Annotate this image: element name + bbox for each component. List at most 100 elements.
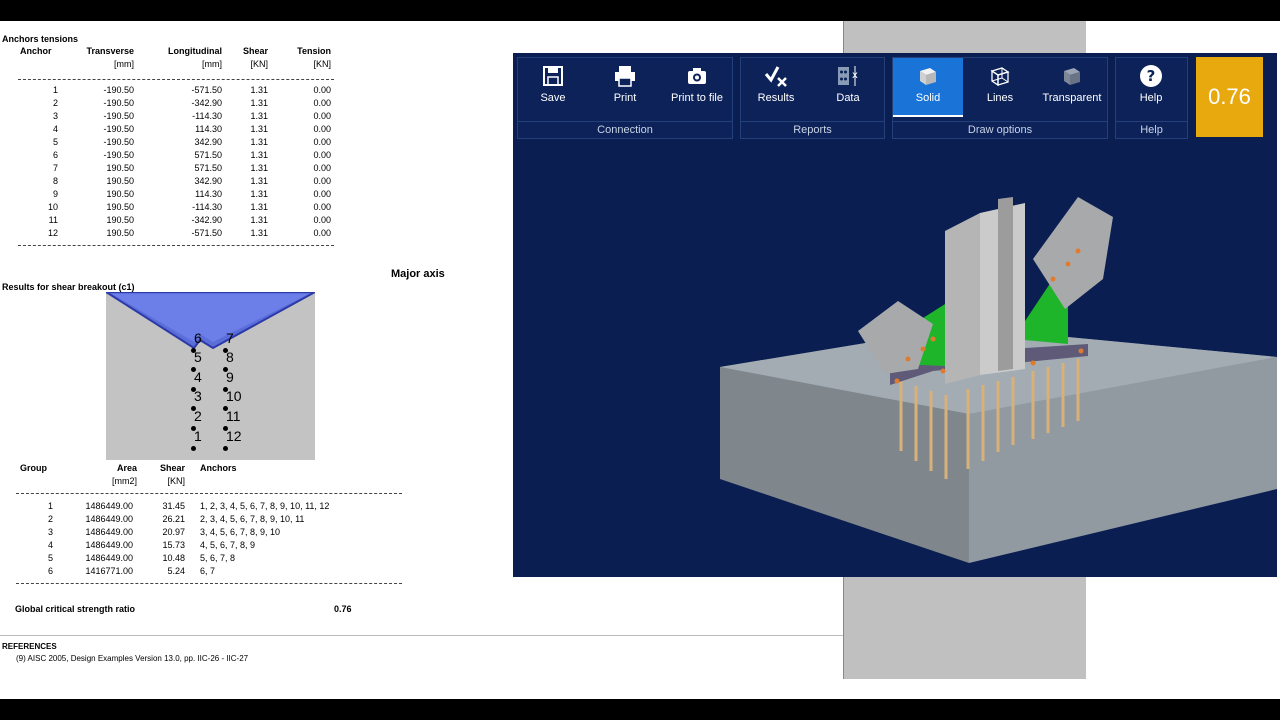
- group-help-label: Help: [1116, 121, 1187, 138]
- anchor-label: 1: [194, 428, 202, 444]
- anchors-cell: 1.31: [250, 111, 268, 121]
- group-cell: 15.73: [162, 540, 185, 550]
- print-to-file-label: Print to file: [671, 92, 723, 104]
- anchors-cell: -571.50: [191, 228, 222, 238]
- group-connection: Save Print Print to file Connection: [517, 57, 733, 139]
- group-cell: 31.45: [162, 501, 185, 511]
- anchors-cell: 1.31: [250, 215, 268, 225]
- group-col-header: Shear: [159, 463, 185, 473]
- group-cell: 3: [47, 527, 53, 537]
- group-cell: 4: [47, 540, 53, 550]
- references-title: REFERENCES: [2, 642, 57, 651]
- group-cell: 6: [47, 566, 53, 576]
- group-cell: 2, 3, 4, 5, 6, 7, 8, 9, 10, 11: [200, 514, 305, 524]
- bottom-black-bar: [0, 699, 1280, 720]
- print-icon: [615, 66, 635, 87]
- group-col-unit: [mm2]: [111, 476, 137, 486]
- results-button[interactable]: Results: [741, 58, 811, 116]
- lines-label: Lines: [986, 92, 1014, 104]
- anchors-col-header: Longitudinal: [168, 46, 222, 56]
- anchors-cell: 7: [52, 163, 58, 173]
- help-label: Help: [1139, 92, 1163, 104]
- anchor-label: 11: [226, 408, 241, 424]
- save-button[interactable]: Save: [518, 58, 588, 116]
- group-cell: 3, 4, 5, 6, 7, 8, 9, 10: [200, 527, 281, 537]
- ribbon-toolbar: Save Print Print to file Connection Resu…: [513, 53, 1277, 139]
- anchors-cell: 11: [48, 215, 58, 225]
- anchors-cell: 9: [52, 189, 58, 199]
- anchors-cell: 1.31: [250, 228, 268, 238]
- help-button[interactable]: ? Help: [1116, 58, 1186, 116]
- anchor-label: 5: [194, 349, 202, 365]
- anchors-cell: -190.50: [103, 85, 134, 95]
- anchors-cell: 0.00: [313, 111, 331, 121]
- anchors-cell: 190.50: [106, 189, 134, 199]
- data-button[interactable]: x Data: [813, 58, 883, 116]
- group-cell: 1486449.00: [85, 501, 133, 511]
- anchor-dot: [191, 446, 196, 451]
- group-cell: 5: [47, 553, 53, 563]
- solid-button[interactable]: Solid: [893, 58, 963, 117]
- anchors-cell: 0.00: [313, 137, 331, 147]
- group-cell: 1: [47, 501, 53, 511]
- anchor-label: 9: [226, 369, 234, 385]
- anchor-label: 8: [226, 349, 234, 365]
- anchors-cell: 190.50: [106, 163, 134, 173]
- anchors-col-header: Tension: [297, 46, 331, 56]
- anchors-cell: 1.31: [250, 124, 268, 134]
- strength-ratio-badge[interactable]: 0.76: [1196, 57, 1263, 137]
- anchors-cell: -190.50: [103, 98, 134, 108]
- column-flange: [945, 213, 980, 384]
- anchors-cell: 0.00: [313, 124, 331, 134]
- anchors-cell: -190.50: [103, 124, 134, 134]
- anchors-cell: 0.00: [313, 228, 331, 238]
- anchors-cell: 3: [52, 111, 58, 121]
- anchors-title: Anchors tensions: [2, 34, 79, 44]
- anchors-cell: -190.50: [103, 137, 134, 147]
- anchors-cell: 10: [47, 202, 58, 212]
- print-button[interactable]: Print: [590, 58, 660, 116]
- anchors-cell: 0.00: [313, 176, 331, 186]
- group-cell: 2: [47, 514, 53, 524]
- 3d-viewport[interactable]: [513, 139, 1277, 577]
- group-cell: 1486449.00: [85, 514, 133, 524]
- results-label: Results: [757, 92, 795, 104]
- divider: [18, 79, 334, 80]
- anchors-cell: 114.30: [195, 189, 222, 199]
- anchors-cell: 1: [52, 85, 58, 95]
- divider: [0, 635, 843, 636]
- anchor-label: 7: [226, 330, 234, 346]
- connection-app-window: Save Print Print to file Connection Resu…: [513, 53, 1277, 577]
- anchor-label: 10: [226, 388, 242, 404]
- anchors-cell: 190.50: [106, 176, 134, 186]
- anchors-cell: -190.50: [103, 150, 134, 160]
- transparent-button[interactable]: Transparent: [1037, 58, 1107, 116]
- anchor-label: 2: [194, 408, 202, 424]
- lines-button[interactable]: Lines: [965, 58, 1035, 116]
- group-cell: 1, 2, 3, 4, 5, 6, 7, 8, 9, 10, 11, 12: [200, 501, 330, 511]
- anchors-cell: 1.31: [250, 163, 268, 173]
- anchors-cell: 190.50: [106, 215, 134, 225]
- divider: [18, 245, 334, 246]
- group-cell: 10.48: [162, 553, 185, 563]
- group-draw-options: Solid Lines Transparent Draw options: [892, 57, 1108, 139]
- group-col-header: Anchors: [200, 463, 237, 473]
- group-reports: Results x Data Reports: [740, 57, 885, 139]
- print-to-file-button[interactable]: Print to file: [662, 58, 732, 116]
- anchors-cell: 5: [52, 137, 58, 147]
- anchors-cell: 0.00: [313, 215, 331, 225]
- anchors-cell: 1.31: [250, 85, 268, 95]
- anchors-cell: 8: [52, 176, 58, 186]
- anchors-cell: -114.30: [192, 111, 222, 121]
- group-cell: 1486449.00: [85, 527, 133, 537]
- transparent-label: Transparent: [1042, 92, 1102, 104]
- cube-transparent-icon: [1064, 68, 1080, 85]
- top-black-bar: [0, 0, 1280, 21]
- group-cell: 6, 7: [200, 566, 216, 576]
- anchor-label: 4: [194, 369, 202, 385]
- anchors-cell: 12: [47, 228, 58, 238]
- anchors-cell: 0.00: [313, 189, 331, 199]
- anchors-cell: -342.90: [191, 98, 222, 108]
- group-cell: 26.21: [162, 514, 185, 524]
- anchors-cell: 0.00: [313, 85, 331, 95]
